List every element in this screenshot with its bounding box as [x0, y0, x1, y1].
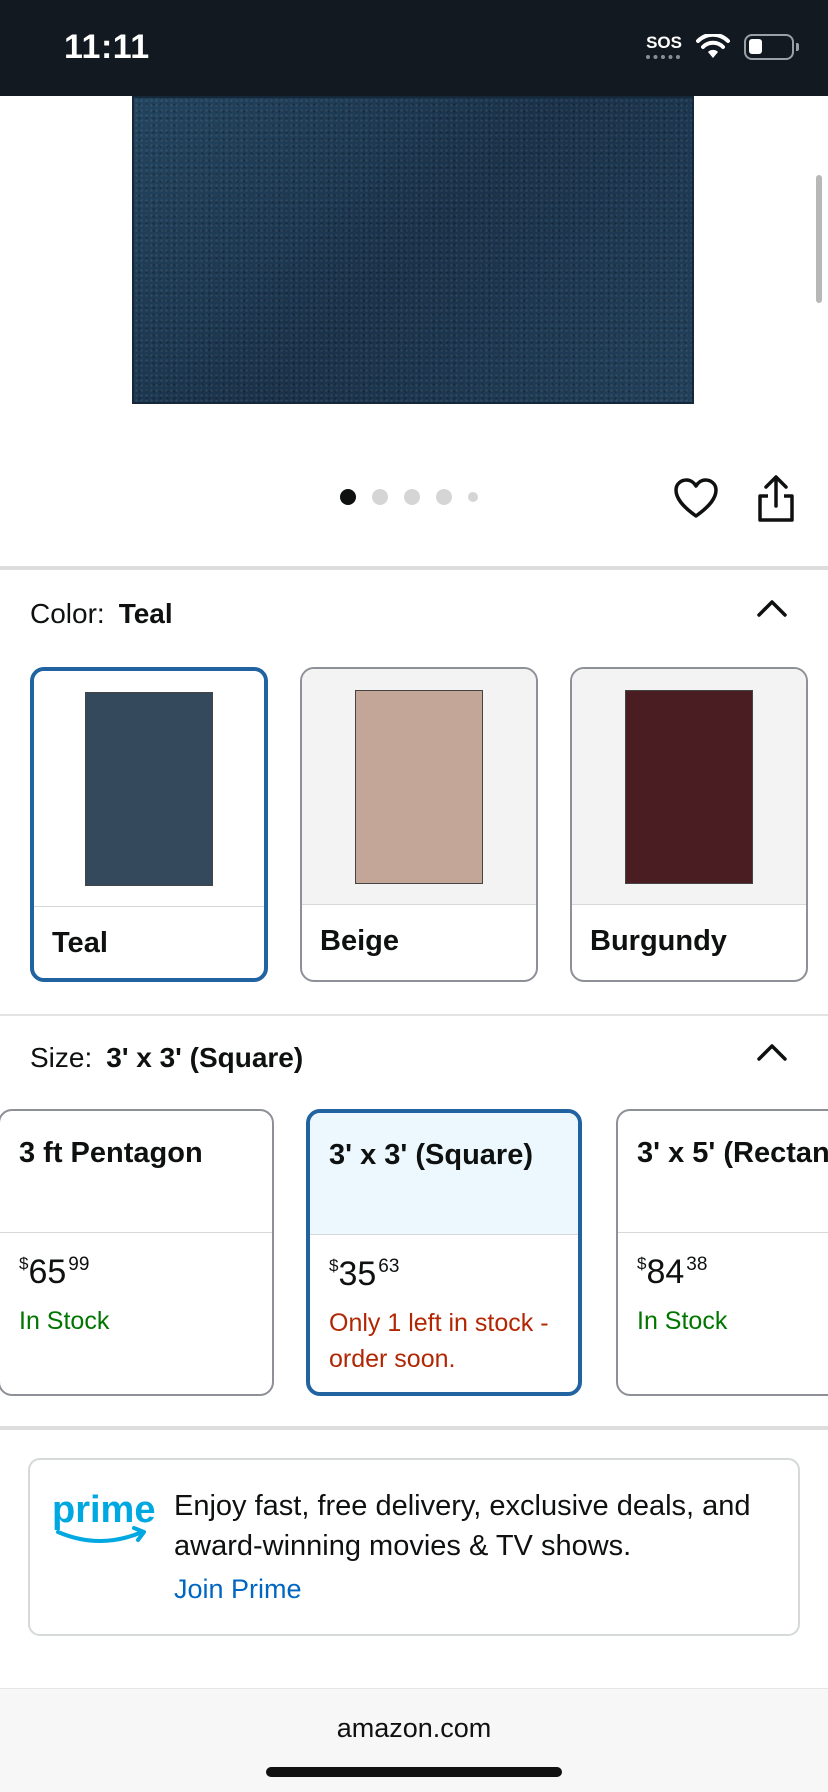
- size-label: Size:: [30, 1042, 93, 1073]
- size-selected-value: 3' x 3' (Square): [106, 1042, 304, 1073]
- scroll-indicator: [816, 175, 822, 303]
- color-heading: Color: Teal: [30, 598, 173, 630]
- section-divider: [0, 1014, 828, 1016]
- size-option-pentagon[interactable]: 3 ft Pentagon $65 99 In Stock: [0, 1109, 274, 1396]
- color-selected-value: Teal: [118, 598, 173, 629]
- prime-logo: prime: [52, 1489, 155, 1543]
- swatch-image: [34, 671, 264, 907]
- signal-dots-icon: [646, 55, 681, 59]
- rug-thumbnail: [625, 689, 753, 884]
- size-option-rectangle[interactable]: 3' x 5' (Rectan $84 38 In Stock: [616, 1109, 828, 1396]
- battery-icon: [744, 34, 799, 60]
- heart-icon[interactable]: [672, 476, 720, 520]
- prime-message: Enjoy fast, free delivery, exclusive dea…: [174, 1490, 751, 1562]
- color-option-burgundy[interactable]: Burgundy: [570, 667, 808, 982]
- status-time: 11:11: [64, 28, 150, 66]
- size-heading: Size: 3' x 3' (Square): [30, 1042, 303, 1074]
- sos-label: SOS: [646, 33, 682, 52]
- carousel-dot[interactable]: [468, 492, 478, 502]
- swatch-label: Beige: [320, 925, 399, 957]
- size-option-square[interactable]: 3' x 3' (Square) $35 63 Only 1 left in st…: [306, 1109, 582, 1396]
- color-label: Color:: [30, 598, 105, 629]
- swatch-label: Teal: [52, 927, 108, 959]
- swatch-image: [572, 669, 806, 905]
- stock-status: In Stock: [637, 1307, 728, 1335]
- product-image[interactable]: [132, 96, 694, 404]
- stock-status: In Stock: [19, 1307, 110, 1335]
- home-indicator[interactable]: [266, 1767, 562, 1777]
- price: $65 99: [19, 1253, 90, 1291]
- swatch-label: Burgundy: [590, 925, 727, 957]
- price: $84 38: [637, 1253, 708, 1291]
- carousel-dot[interactable]: [404, 489, 420, 505]
- url-domain[interactable]: amazon.com: [0, 1713, 828, 1744]
- color-option-teal[interactable]: Teal: [30, 667, 268, 982]
- wifi-icon: [696, 34, 730, 58]
- sos-indicator: SOS: [646, 33, 682, 59]
- share-icon[interactable]: [754, 474, 798, 524]
- status-icons: SOS: [646, 33, 799, 60]
- prime-promo[interactable]: prime Enjoy fast, free delivery, exclusi…: [28, 1458, 800, 1636]
- section-divider: [0, 1426, 828, 1430]
- browser-url-bar[interactable]: amazon.com: [0, 1688, 828, 1792]
- svg-text:prime: prime: [52, 1489, 155, 1531]
- chevron-up-icon[interactable]: [756, 598, 788, 618]
- section-divider: [0, 566, 828, 570]
- size-option-name: 3 ft Pentagon: [0, 1111, 272, 1233]
- stock-status: Only 1 left in stock - order soon.: [329, 1309, 549, 1373]
- carousel-dots[interactable]: [340, 489, 478, 505]
- swatch-image: [302, 669, 536, 905]
- carousel-dot[interactable]: [340, 489, 356, 505]
- join-prime-link[interactable]: Join Prime: [174, 1574, 302, 1605]
- status-bar: 11:11 SOS: [0, 0, 828, 96]
- price: $35 63: [329, 1255, 400, 1293]
- rug-thumbnail: [85, 691, 213, 886]
- rug-thumbnail: [355, 689, 483, 884]
- size-option-name: 3' x 5' (Rectan: [618, 1111, 828, 1233]
- carousel-dot[interactable]: [436, 489, 452, 505]
- carousel-dot[interactable]: [372, 489, 388, 505]
- chevron-up-icon[interactable]: [756, 1042, 788, 1062]
- color-option-beige[interactable]: Beige: [300, 667, 538, 982]
- size-option-name: 3' x 3' (Square): [310, 1113, 578, 1235]
